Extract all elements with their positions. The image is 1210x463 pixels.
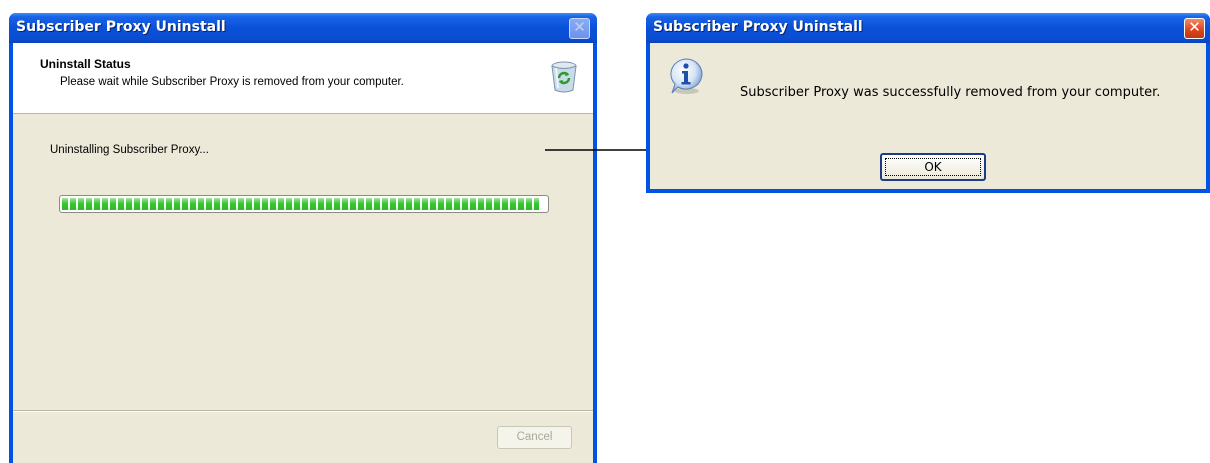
focus-rect <box>885 158 981 176</box>
window-client: Uninstall Status Please wait while Subsc… <box>13 43 593 463</box>
close-icon[interactable]: ✕ <box>1184 18 1205 39</box>
close-icon: ✕ <box>569 18 590 39</box>
ok-button[interactable]: OK <box>880 153 986 181</box>
page-subtitle: Please wait while Subscriber Proxy is re… <box>60 76 404 88</box>
divider <box>13 410 593 412</box>
uninstall-window: Subscriber Proxy Uninstall ✕ Uninstall S… <box>9 13 597 463</box>
info-icon <box>670 58 703 94</box>
message-dialog: Subscriber Proxy Uninstall ✕ Subscriber … <box>646 13 1210 193</box>
progress-bar <box>59 195 549 213</box>
page-title: Uninstall Status <box>40 57 131 71</box>
progress-fill <box>62 198 539 210</box>
title-bar[interactable]: Subscriber Proxy Uninstall ✕ <box>646 13 1210 43</box>
title-bar[interactable]: Subscriber Proxy Uninstall ✕ <box>9 13 597 43</box>
header-area: Uninstall Status Please wait while Subsc… <box>13 43 593 114</box>
message-text: Subscriber Proxy was successfully remove… <box>740 85 1161 100</box>
dialog-client: Subscriber Proxy was successfully remove… <box>650 43 1206 189</box>
recycle-bin-icon <box>551 61 577 93</box>
dialog-title: Subscriber Proxy Uninstall <box>653 19 863 35</box>
status-text: Uninstalling Subscriber Proxy... <box>50 144 209 156</box>
window-title: Subscriber Proxy Uninstall <box>16 19 226 35</box>
cancel-button[interactable]: Cancel <box>497 426 572 449</box>
